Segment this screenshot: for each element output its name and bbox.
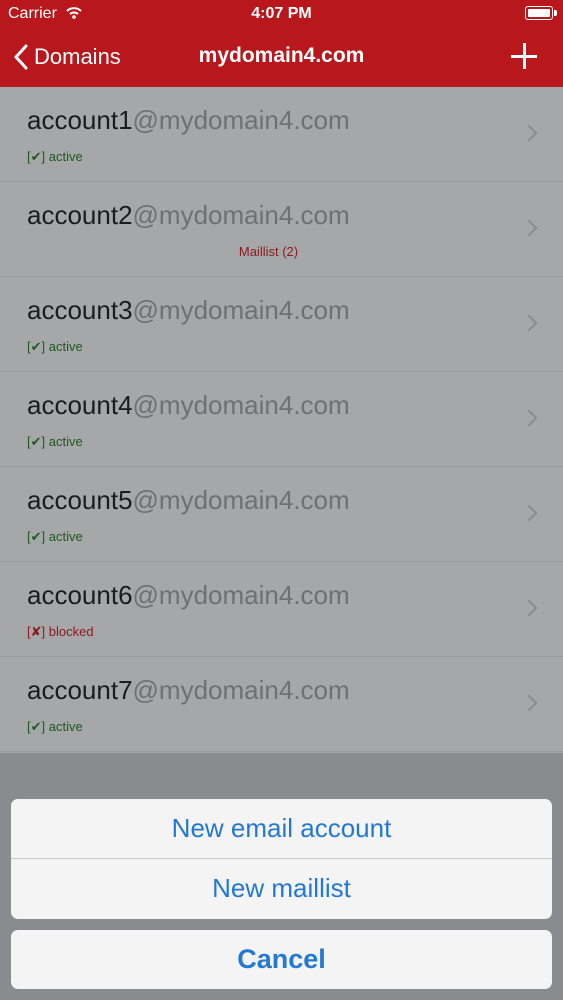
account-domain: @mydomain4.com (132, 485, 350, 515)
account-email: account3@mydomain4.com (27, 295, 350, 326)
account-user: account2 (27, 200, 133, 230)
status-mark: [✔] (27, 434, 46, 449)
status-text: active (48, 529, 83, 544)
status-badge: [✔] active (27, 529, 83, 545)
status-badge: [✔] active (27, 719, 83, 735)
account-email: account2@mydomain4.com (27, 200, 350, 231)
action-sheet: New email account New maillist (11, 799, 552, 919)
nav-bar: Domains mydomain4.com (0, 28, 563, 87)
status-badge: [✔] active (27, 149, 83, 165)
account-email: account7@mydomain4.com (27, 675, 350, 706)
status-mark: [✔] (27, 339, 46, 354)
chevron-right-icon (520, 314, 538, 332)
account-domain: @mydomain4.com (132, 675, 350, 705)
status-mark: [✔] (27, 529, 46, 544)
account-user: account3 (27, 295, 133, 325)
status-mark: [✔] (27, 149, 46, 164)
status-badge: [✔] active (27, 434, 83, 450)
status-text: active (48, 719, 83, 734)
chevron-right-icon (520, 694, 538, 712)
account-row-2[interactable]: account2@mydomain4.com Maillist (2) (0, 182, 563, 277)
account-domain: @mydomain4.com (132, 105, 350, 135)
page-title: mydomain4.com (198, 44, 365, 67)
chevron-right-icon (520, 219, 538, 237)
account-user: account6 (27, 580, 133, 610)
cancel-button[interactable]: Cancel (11, 930, 552, 989)
account-row-1[interactable]: account1@mydomain4.com [✔] active (0, 87, 563, 182)
status-text: active (48, 339, 83, 354)
account-domain: @mydomain4.com (132, 390, 350, 420)
account-email: account6@mydomain4.com (27, 580, 350, 611)
status-bar: Carrier 4:07 PM (0, 0, 563, 28)
status-badge: [✔] active (27, 339, 83, 355)
account-row-7[interactable]: account7@mydomain4.com [✔] active (0, 657, 563, 752)
chevron-right-icon (520, 599, 538, 617)
account-email: account1@mydomain4.com (27, 105, 350, 136)
status-text: blocked (48, 624, 94, 639)
status-text: active (48, 434, 83, 449)
account-user: account1 (27, 105, 133, 135)
account-row-6[interactable]: account6@mydomain4.com [✘] blocked (0, 562, 563, 657)
maillist-badge: Maillist (2) (238, 244, 299, 259)
status-mark: [✘] (27, 624, 46, 639)
account-domain: @mydomain4.com (132, 295, 350, 325)
account-email: account4@mydomain4.com (27, 390, 350, 421)
account-row-3[interactable]: account3@mydomain4.com [✔] active (0, 277, 563, 372)
account-user: account5 (27, 485, 133, 515)
account-user: account7 (27, 675, 133, 705)
account-row-4[interactable]: account4@mydomain4.com [✔] active (0, 372, 563, 467)
status-mark: [✔] (27, 719, 46, 734)
chevron-right-icon (520, 124, 538, 142)
account-domain: @mydomain4.com (132, 580, 350, 610)
new-maillist-button[interactable]: New maillist (11, 858, 552, 918)
chevron-right-icon (520, 504, 538, 522)
plus-icon[interactable] (509, 41, 539, 71)
account-email: account5@mydomain4.com (27, 485, 350, 516)
account-domain: @mydomain4.com (132, 200, 350, 230)
status-text: active (48, 149, 83, 164)
account-user: account4 (27, 390, 133, 420)
status-time: 4:07 PM (251, 5, 312, 22)
account-list: account1@mydomain4.com [✔] active accoun… (0, 87, 563, 752)
battery-icon (525, 6, 557, 20)
account-row-5[interactable]: account5@mydomain4.com [✔] active (0, 467, 563, 562)
new-email-account-button[interactable]: New email account (11, 799, 552, 858)
status-badge: [✘] blocked (27, 624, 94, 640)
chevron-right-icon (520, 409, 538, 427)
